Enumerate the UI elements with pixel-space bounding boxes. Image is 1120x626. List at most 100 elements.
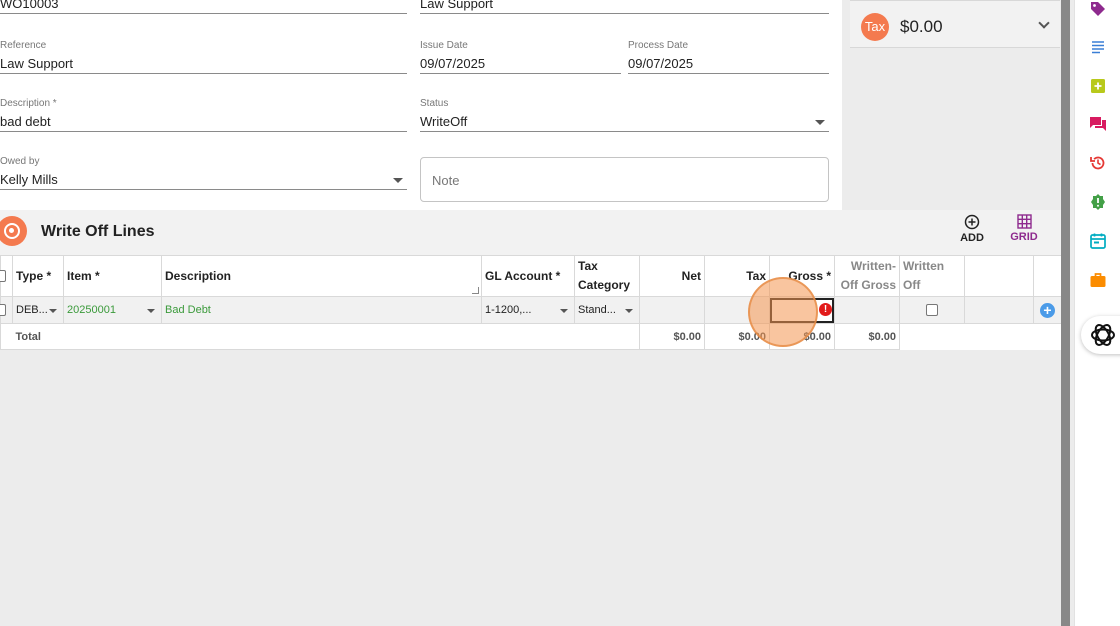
summary-panel: Tax $0.00 [842,0,1070,210]
select-all-checkbox[interactable] [0,270,6,283]
total-label: Total [12,323,640,350]
vertical-scrollbar[interactable] [1061,0,1070,626]
number-value: WO10003 [0,0,407,14]
item-value: 20250001 [67,304,116,316]
description-cell[interactable]: Bad Debt [161,296,482,324]
row-actions-cell: + [1033,296,1062,324]
issue-date-value: 09/07/2025 [420,54,621,74]
col-written-off-gross[interactable]: Written-Off Gross [834,255,900,297]
ai-assistant-tab[interactable] [1081,316,1120,354]
col-gross[interactable]: Gross * [769,255,835,297]
note-input[interactable]: Note [420,157,829,202]
item-dropdown-icon [147,309,155,313]
history-icon[interactable] [1089,154,1107,172]
col-spacer [964,255,1034,297]
list-icon[interactable] [1089,38,1107,56]
resize-handle-icon[interactable] [472,287,479,294]
description-label: Description * [0,98,57,109]
tax-category-dropdown-icon [625,309,633,313]
note-add-icon[interactable] [1089,77,1107,95]
total-gross: $0.00 [769,323,835,350]
write-off-lines-table: Type * Item * Description GL Account * T… [0,255,1062,350]
issue-date-field[interactable]: Issue Date 09/07/2025 [420,40,621,74]
add-row-icon[interactable]: + [1040,302,1055,318]
write-off-lines-header: Write Off Lines ADD GRID [0,210,1061,256]
issue-date-label: Issue Date [420,40,468,51]
col-tax[interactable]: Tax [704,255,770,297]
right-icon-rail [1074,0,1120,626]
gl-account-value: 1-1200,... [485,304,532,316]
contact-value: Law Support [420,0,829,14]
add-label: ADD [960,232,984,244]
description-value: Bad Debt [165,304,211,316]
tax-amount: $0.00 [900,17,943,36]
contact-field[interactable]: Law Support [420,0,829,14]
description-field[interactable]: Description * bad debt [0,98,407,132]
process-date-label: Process Date [628,40,689,51]
chevron-down-icon[interactable] [1038,17,1050,29]
row-select-cell[interactable] [0,296,13,324]
add-line-button[interactable]: ADD [955,214,989,244]
grid-view-button[interactable]: GRID [1007,214,1041,243]
tax-cell[interactable] [704,296,770,324]
reference-field[interactable]: Reference Law Support [0,40,407,74]
row-checkbox[interactable] [0,304,6,317]
col-tax-category[interactable]: Tax Category [574,255,640,297]
written-off-gross-cell [834,296,900,324]
total-tax: $0.00 [704,323,770,350]
number-field[interactable]: WO10003 [0,0,407,14]
add-circle-icon [964,214,980,230]
owed-by-label: Owed by [0,156,40,167]
gl-account-cell[interactable]: 1-1200,... [481,296,575,324]
col-gl-account[interactable]: GL Account * [481,255,575,297]
briefcase-icon[interactable] [1089,271,1107,289]
total-row: Total $0.00 $0.00 $0.00 $0.00 [0,323,1062,350]
grid-label: GRID [1010,231,1038,243]
ai-assistant-icon [1091,324,1115,346]
col-net[interactable]: Net [639,255,705,297]
tax-summary-card[interactable]: Tax $0.00 [850,0,1060,48]
status-dropdown-icon [815,120,825,125]
tag-icon[interactable] [1089,0,1107,18]
tax-category-value: Stand... [578,304,616,316]
write-off-logo-icon [0,216,27,246]
col-written-off[interactable]: Written Off [899,255,965,297]
status-value: WriteOff [420,114,468,129]
tax-badge: Tax [861,13,889,41]
table-row: DEB... 20250001 Bad Debt 1-1200,... Stan… [0,296,1062,324]
chat-icon[interactable] [1089,115,1107,133]
col-item[interactable]: Item * [63,255,162,297]
written-off-cell[interactable] [899,296,965,324]
col-type[interactable]: Type * [12,255,64,297]
alert-badge-icon[interactable] [1089,193,1107,211]
col-description-label: Description [165,268,232,283]
write-off-form: WO10003 Law Support Reference Law Suppor… [0,0,842,210]
type-value: DEB... [16,304,48,316]
type-dropdown-icon [49,309,57,313]
type-cell[interactable]: DEB... [12,296,64,324]
reference-value: Law Support [0,54,407,74]
table-header-row: Type * Item * Description GL Account * T… [0,255,1062,297]
net-cell[interactable] [639,296,705,324]
owed-by-select[interactable]: Owed by Kelly Mills [0,156,407,190]
grid-icon [1016,214,1032,229]
error-icon: ! [819,303,832,316]
reference-label: Reference [0,40,47,51]
description-value: bad debt [0,112,407,132]
process-date-value: 09/07/2025 [628,54,829,74]
select-all-cell[interactable] [0,255,13,297]
item-cell[interactable]: 20250001 [63,296,162,324]
status-select[interactable]: Status WriteOff [420,98,829,132]
status-label: Status [420,98,449,109]
spacer-cell [964,296,1034,324]
written-off-checkbox[interactable] [926,304,938,317]
calendar-icon[interactable] [1089,232,1107,250]
total-net: $0.00 [639,323,705,350]
total-written-off-gross: $0.00 [834,323,900,350]
col-description[interactable]: Description [161,255,482,297]
tax-category-cell[interactable]: Stand... [574,296,640,324]
process-date-field[interactable]: Process Date 09/07/2025 [628,40,829,74]
owed-by-value: Kelly Mills [0,172,58,187]
gross-cell[interactable]: ! [769,296,835,324]
gl-account-dropdown-icon [560,309,568,313]
